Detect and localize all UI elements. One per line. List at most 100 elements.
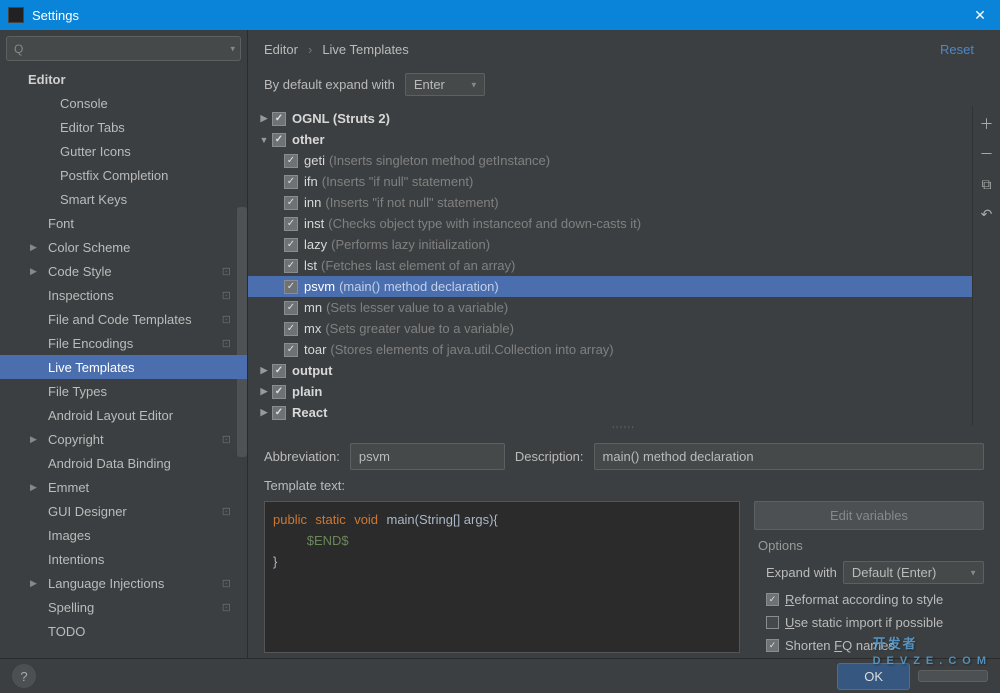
revert-icon[interactable]: ↶ xyxy=(977,204,997,224)
abbreviation-input[interactable] xyxy=(350,443,505,470)
reset-link[interactable]: Reset xyxy=(940,42,974,57)
copy-icon[interactable]: ⧉ xyxy=(977,174,997,194)
checkbox[interactable]: ✓ xyxy=(272,364,286,378)
sidebar-item-inspections[interactable]: Inspections⊡ xyxy=(0,283,247,307)
sidebar-item-font[interactable]: Font xyxy=(0,211,247,235)
description-input[interactable] xyxy=(594,443,984,470)
sidebar-item-editor-tabs[interactable]: Editor Tabs xyxy=(0,115,247,139)
template-item-inst[interactable]: ✓inst(Checks object type with instanceof… xyxy=(248,213,972,234)
settings-tree: EditorConsoleEditor TabsGutter IconsPost… xyxy=(0,67,247,658)
static-import-checkbox[interactable]: Use static import if possible xyxy=(754,615,984,630)
sidebar-item-images[interactable]: Images xyxy=(0,523,247,547)
template-item-geti[interactable]: ✓geti(Inserts singleton method getInstan… xyxy=(248,150,972,171)
template-group-other[interactable]: ▼✓other xyxy=(248,129,972,150)
scope-icon: ⊡ xyxy=(222,601,231,614)
reformat-checkbox[interactable]: ✓Reformat according to style xyxy=(754,592,984,607)
sidebar-item-smart-keys[interactable]: Smart Keys xyxy=(0,187,247,211)
sidebar: Q ▾ EditorConsoleEditor TabsGutter Icons… xyxy=(0,30,248,658)
chevron-right-icon: ▶ xyxy=(30,266,37,277)
scope-icon: ⊡ xyxy=(222,505,231,518)
template-item-lazy[interactable]: ✓lazy(Performs lazy initialization) xyxy=(248,234,972,255)
chevron-right-icon: ▶ xyxy=(256,407,272,418)
checkbox[interactable]: ✓ xyxy=(284,322,298,336)
template-group-plain[interactable]: ▶✓plain xyxy=(248,381,972,402)
edit-variables-button[interactable]: Edit variables xyxy=(754,501,984,530)
checkbox[interactable]: ✓ xyxy=(284,280,298,294)
expand-with-select[interactable]: Default (Enter) ▼ xyxy=(843,561,984,584)
remove-icon[interactable]: － xyxy=(977,144,997,164)
sidebar-item-gui-designer[interactable]: GUI Designer⊡ xyxy=(0,499,247,523)
checkbox[interactable]: ✓ xyxy=(284,217,298,231)
sidebar-item-emmet[interactable]: ▶Emmet xyxy=(0,475,247,499)
sidebar-item-android-layout-editor[interactable]: Android Layout Editor xyxy=(0,403,247,427)
ok-button[interactable]: OK xyxy=(837,663,910,690)
expand-label: By default expand with xyxy=(264,77,395,92)
checkbox[interactable]: ✓ xyxy=(284,343,298,357)
template-group-ognl-struts-2-[interactable]: ▶✓OGNL (Struts 2) xyxy=(248,108,972,129)
dialog-footer: ? OK xyxy=(0,658,1000,693)
checkbox[interactable]: ✓ xyxy=(284,259,298,273)
options-title: Options xyxy=(754,538,984,553)
checkbox[interactable]: ✓ xyxy=(284,154,298,168)
breadcrumb-root[interactable]: Editor xyxy=(264,42,298,57)
template-item-inn[interactable]: ✓inn(Inserts "if not null" statement) xyxy=(248,192,972,213)
chevron-right-icon: ▶ xyxy=(30,578,37,589)
template-group-react[interactable]: ▶✓React xyxy=(248,402,972,423)
checkbox[interactable]: ✓ xyxy=(284,238,298,252)
template-text-editor[interactable]: public static void main(String[] args){ … xyxy=(264,501,740,653)
sidebar-item-language-injections[interactable]: ▶Language Injections⊡ xyxy=(0,571,247,595)
scope-icon: ⊡ xyxy=(222,433,231,446)
chevron-down-icon: ▼ xyxy=(256,135,272,145)
breadcrumb-current: Live Templates xyxy=(322,42,408,57)
checkbox[interactable]: ✓ xyxy=(284,196,298,210)
add-icon[interactable]: ＋ xyxy=(977,114,997,134)
checkbox[interactable]: ✓ xyxy=(284,301,298,315)
help-button[interactable]: ? xyxy=(12,664,36,688)
tree-group-editor[interactable]: Editor xyxy=(0,67,247,91)
checkbox[interactable]: ✓ xyxy=(272,133,286,147)
resize-grip[interactable]: '''''' xyxy=(248,425,1000,435)
sidebar-item-color-scheme[interactable]: ▶Color Scheme xyxy=(0,235,247,259)
app-icon xyxy=(8,7,24,23)
checkbox[interactable]: ✓ xyxy=(284,175,298,189)
template-group-output[interactable]: ▶✓output xyxy=(248,360,972,381)
expand-select[interactable]: Enter ▼ xyxy=(405,73,485,96)
checkbox[interactable]: ✓ xyxy=(272,406,286,420)
template-item-lst[interactable]: ✓lst(Fetches last element of an array) xyxy=(248,255,972,276)
template-item-psvm[interactable]: ✓psvm(main() method declaration) xyxy=(248,276,972,297)
template-item-ifn[interactable]: ✓ifn(Inserts "if null" statement) xyxy=(248,171,972,192)
chevron-right-icon: ▶ xyxy=(30,482,37,493)
titlebar: Settings ✕ xyxy=(0,0,1000,30)
checkbox[interactable]: ✓ xyxy=(272,385,286,399)
chevron-right-icon: ▶ xyxy=(30,242,37,253)
sidebar-item-code-style[interactable]: ▶Code Style⊡ xyxy=(0,259,247,283)
sidebar-item-todo[interactable]: TODO xyxy=(0,619,247,643)
sidebar-item-live-templates[interactable]: Live Templates xyxy=(0,355,247,379)
sidebar-item-file-encodings[interactable]: File Encodings⊡ xyxy=(0,331,247,355)
search-bar: Q ▾ xyxy=(0,30,247,67)
secondary-button[interactable] xyxy=(918,670,988,682)
sidebar-item-copyright[interactable]: ▶Copyright⊡ xyxy=(0,427,247,451)
template-item-mx[interactable]: ✓mx(Sets greater value to a variable) xyxy=(248,318,972,339)
main-panel: Editor › Live Templates Reset By default… xyxy=(248,30,1000,658)
template-item-mn[interactable]: ✓mn(Sets lesser value to a variable) xyxy=(248,297,972,318)
sidebar-item-android-data-binding[interactable]: Android Data Binding xyxy=(0,451,247,475)
sidebar-item-intentions[interactable]: Intentions xyxy=(0,547,247,571)
chevron-down-icon[interactable]: ▾ xyxy=(230,43,235,54)
sidebar-item-gutter-icons[interactable]: Gutter Icons xyxy=(0,139,247,163)
sidebar-item-file-and-code-templates[interactable]: File and Code Templates⊡ xyxy=(0,307,247,331)
chevron-right-icon: ▶ xyxy=(256,386,272,397)
shorten-fq-checkbox[interactable]: ✓Shorten FQ names xyxy=(754,638,984,653)
close-icon[interactable]: ✕ xyxy=(968,7,992,24)
sidebar-item-spelling[interactable]: Spelling⊡ xyxy=(0,595,247,619)
chevron-down-icon: ▼ xyxy=(470,80,478,89)
scope-icon: ⊡ xyxy=(222,265,231,278)
sidebar-item-console[interactable]: Console xyxy=(0,91,247,115)
sidebar-item-postfix-completion[interactable]: Postfix Completion xyxy=(0,163,247,187)
template-item-toar[interactable]: ✓toar(Stores elements of java.util.Colle… xyxy=(248,339,972,360)
breadcrumb: Editor › Live Templates Reset xyxy=(248,30,1000,69)
checkbox[interactable]: ✓ xyxy=(272,112,286,126)
scope-icon: ⊡ xyxy=(222,337,231,350)
search-input[interactable] xyxy=(6,36,241,61)
sidebar-item-file-types[interactable]: File Types xyxy=(0,379,247,403)
